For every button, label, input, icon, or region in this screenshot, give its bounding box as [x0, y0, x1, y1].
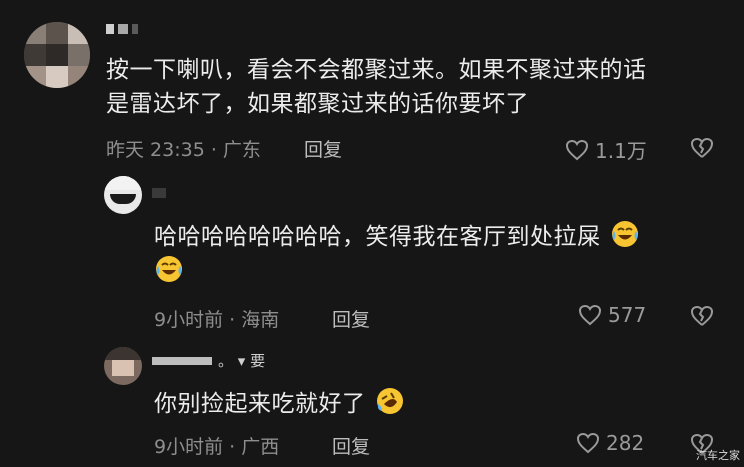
watermark: 汽车之家: [696, 449, 740, 462]
comment-meta: 昨天 23:35 · 广东: [106, 139, 261, 161]
comment-meta: 9小时前 · 海南: [154, 309, 280, 331]
comment-text-line-1: 你别捡起来吃就好了: [154, 391, 366, 417]
comment-text-line-2: 是雷达坏了，如果都聚过来的话你要坏了: [106, 91, 529, 117]
comment-text-line-1: 按一下喇叭，看会不会都聚过来。如果不聚过来的话: [106, 57, 647, 83]
username-fragment: 。 ▾ 要: [218, 352, 266, 370]
comment-text: 你别捡起来吃就好了: [154, 386, 405, 422]
avatar[interactable]: [24, 22, 90, 88]
username-blurred[interactable]: 。 ▾ 要: [152, 352, 269, 370]
username-blurred[interactable]: [152, 188, 170, 200]
username-blurred[interactable]: [106, 24, 142, 36]
reply-button[interactable]: 回复: [304, 135, 342, 162]
like-count: 1.1万: [595, 139, 647, 163]
reply-button[interactable]: 回复: [332, 305, 370, 332]
heart-icon: [565, 139, 589, 160]
laughing-crying-emoji-icon: [156, 256, 182, 282]
like-button[interactable]: 282: [576, 431, 644, 455]
heart-icon: [578, 304, 602, 326]
like-count: 577: [608, 303, 647, 327]
laughing-crying-emoji-icon: [612, 221, 639, 247]
avatar[interactable]: [104, 347, 142, 385]
comment-text-line-2: [154, 254, 184, 290]
comment-text: 哈哈哈哈哈哈哈哈，笑得我在客厅到处拉屎: [154, 219, 640, 255]
like-button[interactable]: 1.1万: [565, 135, 647, 164]
comment-text-line-1: 哈哈哈哈哈哈哈哈，笑得我在客厅到处拉屎: [154, 224, 601, 250]
comment-meta: 9小时前 · 广西: [154, 436, 280, 458]
dislike-button[interactable]: [690, 137, 714, 163]
broken-heart-icon: [690, 305, 714, 326]
avatar[interactable]: [104, 176, 142, 214]
like-button[interactable]: 577: [578, 303, 646, 327]
reply-button[interactable]: 回复: [332, 432, 370, 459]
rofl-emoji-icon: [377, 388, 404, 414]
like-count: 282: [606, 431, 645, 455]
heart-icon: [576, 432, 600, 454]
broken-heart-icon: [690, 137, 714, 158]
dislike-button[interactable]: [690, 305, 714, 331]
